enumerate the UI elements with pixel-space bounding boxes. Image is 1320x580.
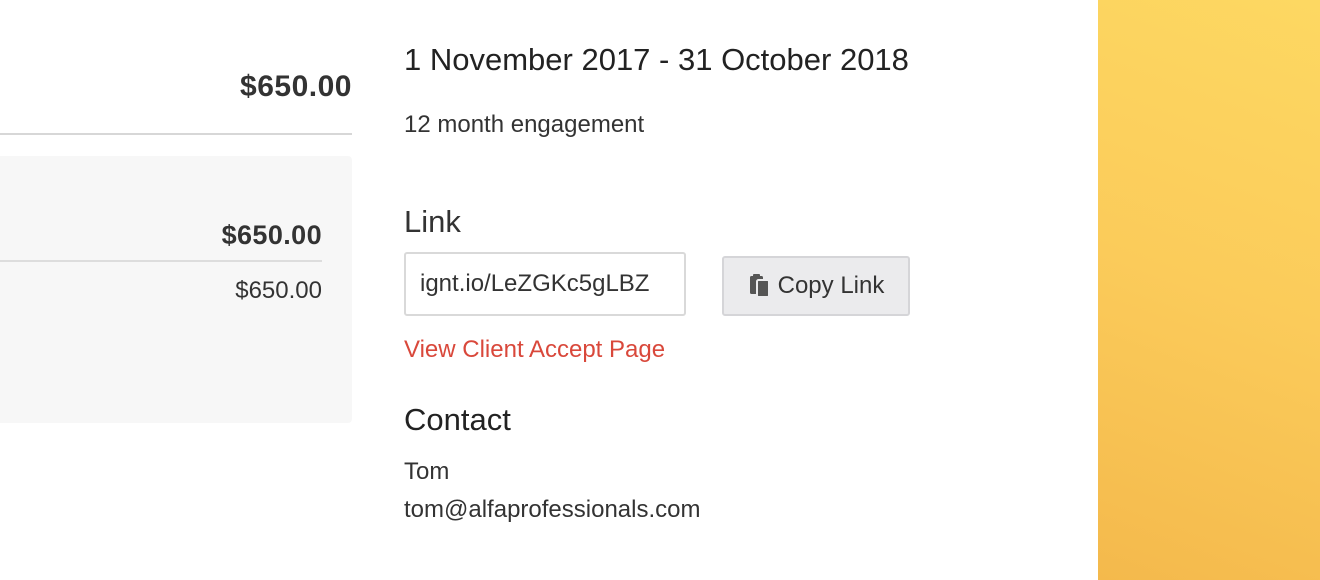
panel-subtotal-amount: $650.00: [235, 277, 322, 304]
date-range: 1 November 2017 - 31 October 2018: [404, 42, 909, 77]
totals-panel: $650.00 $650.00: [0, 156, 352, 423]
link-field[interactable]: [404, 252, 686, 316]
panel-divider: [0, 260, 322, 262]
engagement-length: 12 month engagement: [404, 111, 645, 138]
link-heading: Link: [404, 204, 461, 239]
top-total-amount: $650.00: [240, 70, 352, 103]
panel-total-amount: $650.00: [221, 220, 322, 250]
decorative-side-panel: [1098, 0, 1320, 580]
contact-email: tom@alfaprofessionals.com: [404, 496, 701, 523]
clipboard-icon: [748, 273, 772, 299]
contact-name: Tom: [404, 458, 450, 485]
copy-link-label: Copy Link: [777, 272, 885, 299]
proposal-page: $650.00 $650.00 $650.00 1 November 2017 …: [0, 0, 1320, 580]
divider: [0, 133, 352, 135]
copy-link-button[interactable]: Copy Link: [722, 256, 910, 316]
view-client-accept-page-link[interactable]: View Client Accept Page: [404, 336, 665, 364]
proposal-details-column: 1 November 2017 - 31 October 2018 12 mon…: [404, 0, 1064, 580]
contact-heading: Contact: [404, 402, 511, 437]
pricing-summary-column: $650.00 $650.00 $650.00: [0, 0, 352, 580]
